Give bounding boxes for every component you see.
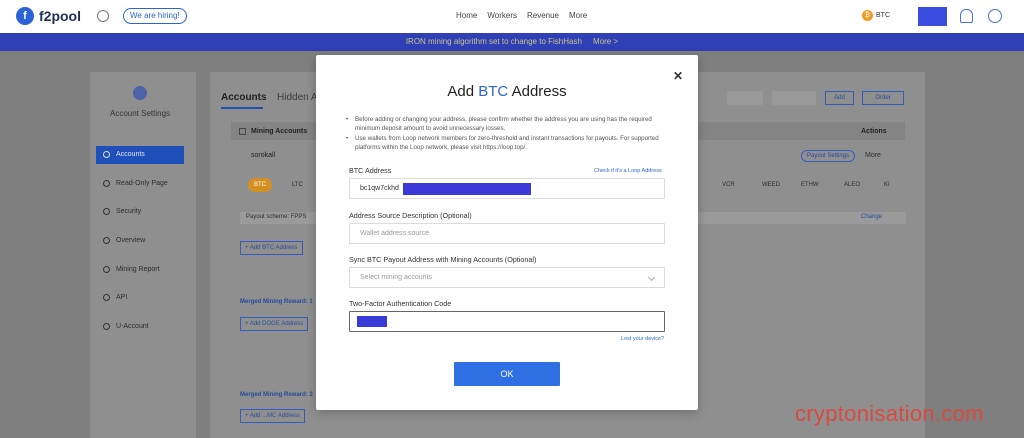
notification-bell-icon[interactable] — [960, 9, 973, 23]
watermark-text: cryptonisation.com — [795, 401, 984, 426]
sidebar-item-accounts[interactable]: Accounts — [96, 146, 184, 164]
security-icon — [103, 208, 110, 215]
read-only-icon — [103, 180, 110, 187]
close-icon[interactable]: ✕ — [673, 69, 683, 83]
sidebar-item-u-account[interactable]: U-Account — [96, 318, 184, 336]
lost-device-link[interactable]: Lost your device? — [621, 336, 664, 342]
coin-tab-ethw[interactable]: ETHW — [795, 178, 825, 192]
two-factor-code-input[interactable] — [349, 311, 665, 332]
order-button[interactable]: Order — [862, 91, 904, 105]
coin-tab-ki[interactable]: Ki — [878, 178, 895, 192]
u-account-icon — [103, 323, 110, 330]
banner-more-link[interactable]: More > — [593, 37, 618, 46]
search-icon[interactable] — [988, 9, 1002, 23]
user-account-redacted[interactable] — [918, 7, 947, 26]
coin-tab-aleo[interactable]: ALEO — [838, 178, 866, 192]
add-button[interactable]: Add — [825, 91, 854, 105]
mining-accounts-header: Mining Accounts — [251, 128, 308, 135]
dialog-title-suffix: Address — [511, 83, 567, 100]
two-factor-label: Two-Factor Authentication Code — [349, 299, 452, 308]
two-factor-redaction — [357, 316, 387, 327]
source-description-label: Address Source Description (Optional) — [349, 211, 472, 220]
banner-text: IRON mining algorithm set to change to F… — [405, 37, 582, 46]
sidebar-item-api[interactable]: API — [96, 289, 184, 307]
tab-accounts[interactable]: Accounts — [221, 92, 267, 103]
tab-hidden-accounts[interactable]: Hidden A — [277, 92, 318, 103]
dialog-title-prefix: Add — [447, 83, 475, 100]
sidebar-title: Account Settings — [110, 109, 171, 118]
sync-accounts-select[interactable]: Select mining accounts — [349, 267, 665, 288]
coin-tab-vcr[interactable]: VCR — [716, 178, 741, 192]
note-loop-network: Use wallets from Loop network members fo… — [346, 134, 676, 152]
merged-reward-2: Merged Mining Reward: 2 — [240, 392, 313, 398]
check-loop-address-link[interactable]: Check if it's a Loop Address — [594, 168, 662, 174]
sidebar-item-label: Read-Only Page — [116, 180, 168, 187]
dialog-title: Add BTC Address — [316, 83, 698, 100]
payout-scheme-text: Payout scheme: FPPS — [246, 214, 307, 220]
add-btc-address-bg-button[interactable]: + Add BTC Address — [240, 241, 303, 255]
accounts-icon — [103, 151, 110, 158]
more-actions-button[interactable]: More — [865, 152, 881, 159]
main-nav: Home Workers Revenue More — [456, 11, 587, 20]
dialog-notes: Before adding or changing your address, … — [346, 115, 676, 153]
sidebar-item-mining-report[interactable]: Mining Report — [96, 261, 184, 279]
change-scheme-link[interactable]: Change — [861, 214, 882, 220]
btc-address-label: BTC Address — [349, 166, 392, 175]
account-name: sorokall — [251, 152, 276, 159]
add-doge-address-bg-button[interactable]: + Add DOGE Address — [240, 317, 309, 331]
sidebar-item-overview[interactable]: Overview — [96, 232, 184, 250]
nav-home[interactable]: Home — [456, 11, 477, 20]
payout-settings-button[interactable]: Payout Settings — [801, 150, 856, 162]
nav-workers[interactable]: Workers — [487, 11, 517, 20]
mining-report-icon — [103, 266, 110, 273]
sidebar-item-label: Overview — [116, 237, 146, 244]
select-all-checkbox[interactable] — [239, 128, 246, 135]
merged-reward-1: Merged Mining Reward: 1 — [240, 299, 313, 305]
note-minimum-deposit: Before adding or changing your address, … — [346, 115, 676, 133]
btc-address-redaction — [403, 183, 531, 195]
dialog-title-coin: BTC — [478, 83, 509, 100]
top-navigation-bar: f f2pool We are hiring! Home Workers Rev… — [0, 0, 1024, 33]
nav-revenue[interactable]: Revenue — [527, 11, 559, 20]
sidebar-item-read-only-page[interactable]: Read-Only Page — [96, 175, 184, 193]
actions-header: Actions — [861, 128, 887, 135]
add-address-bg-button-3[interactable]: + Add ...MC Address — [240, 409, 305, 423]
coin-tab-ltc[interactable]: LTC — [286, 178, 309, 192]
toolbar-button-disabled-1[interactable] — [727, 91, 763, 105]
active-tab-indicator — [221, 107, 263, 109]
language-globe-icon[interactable] — [97, 10, 109, 22]
api-icon — [103, 294, 110, 301]
toolbar-button-disabled-2[interactable] — [772, 91, 816, 105]
bitcoin-icon: ₿ — [862, 10, 873, 21]
ok-button[interactable]: OK — [454, 362, 560, 386]
nav-more[interactable]: More — [569, 11, 587, 20]
sidebar — [90, 72, 196, 438]
overview-icon — [103, 237, 110, 244]
sidebar-item-label: API — [116, 294, 128, 301]
sync-accounts-label: Sync BTC Payout Address with Mining Acco… — [349, 255, 537, 264]
account-settings-avatar-icon — [133, 86, 147, 100]
logo[interactable]: f f2pool — [16, 7, 81, 25]
coin-tab-weed[interactable]: WEED — [756, 178, 786, 192]
sidebar-item-label: Security — [116, 208, 142, 215]
add-address-dialog: ✕ Add BTC Address Before adding or chang… — [316, 55, 698, 410]
logo-text: f2pool — [39, 8, 81, 24]
coin-tab-btc[interactable]: BTC — [248, 178, 272, 192]
sidebar-item-label: U-Account — [116, 323, 149, 330]
f2pool-logo-icon: f — [16, 7, 34, 25]
sidebar-item-label: Mining Report — [116, 266, 160, 273]
announcement-banner[interactable]: IRON mining algorithm set to change to F… — [0, 33, 1024, 51]
hiring-badge[interactable]: We are hiring! — [123, 8, 187, 24]
coin-selector[interactable]: ₿ BTC — [862, 10, 890, 21]
sidebar-item-security[interactable]: Security — [96, 203, 184, 221]
coin-selector-label: BTC — [876, 12, 890, 19]
sidebar-item-label: Accounts — [116, 151, 145, 158]
source-description-input[interactable]: Wallet address source — [349, 223, 665, 244]
